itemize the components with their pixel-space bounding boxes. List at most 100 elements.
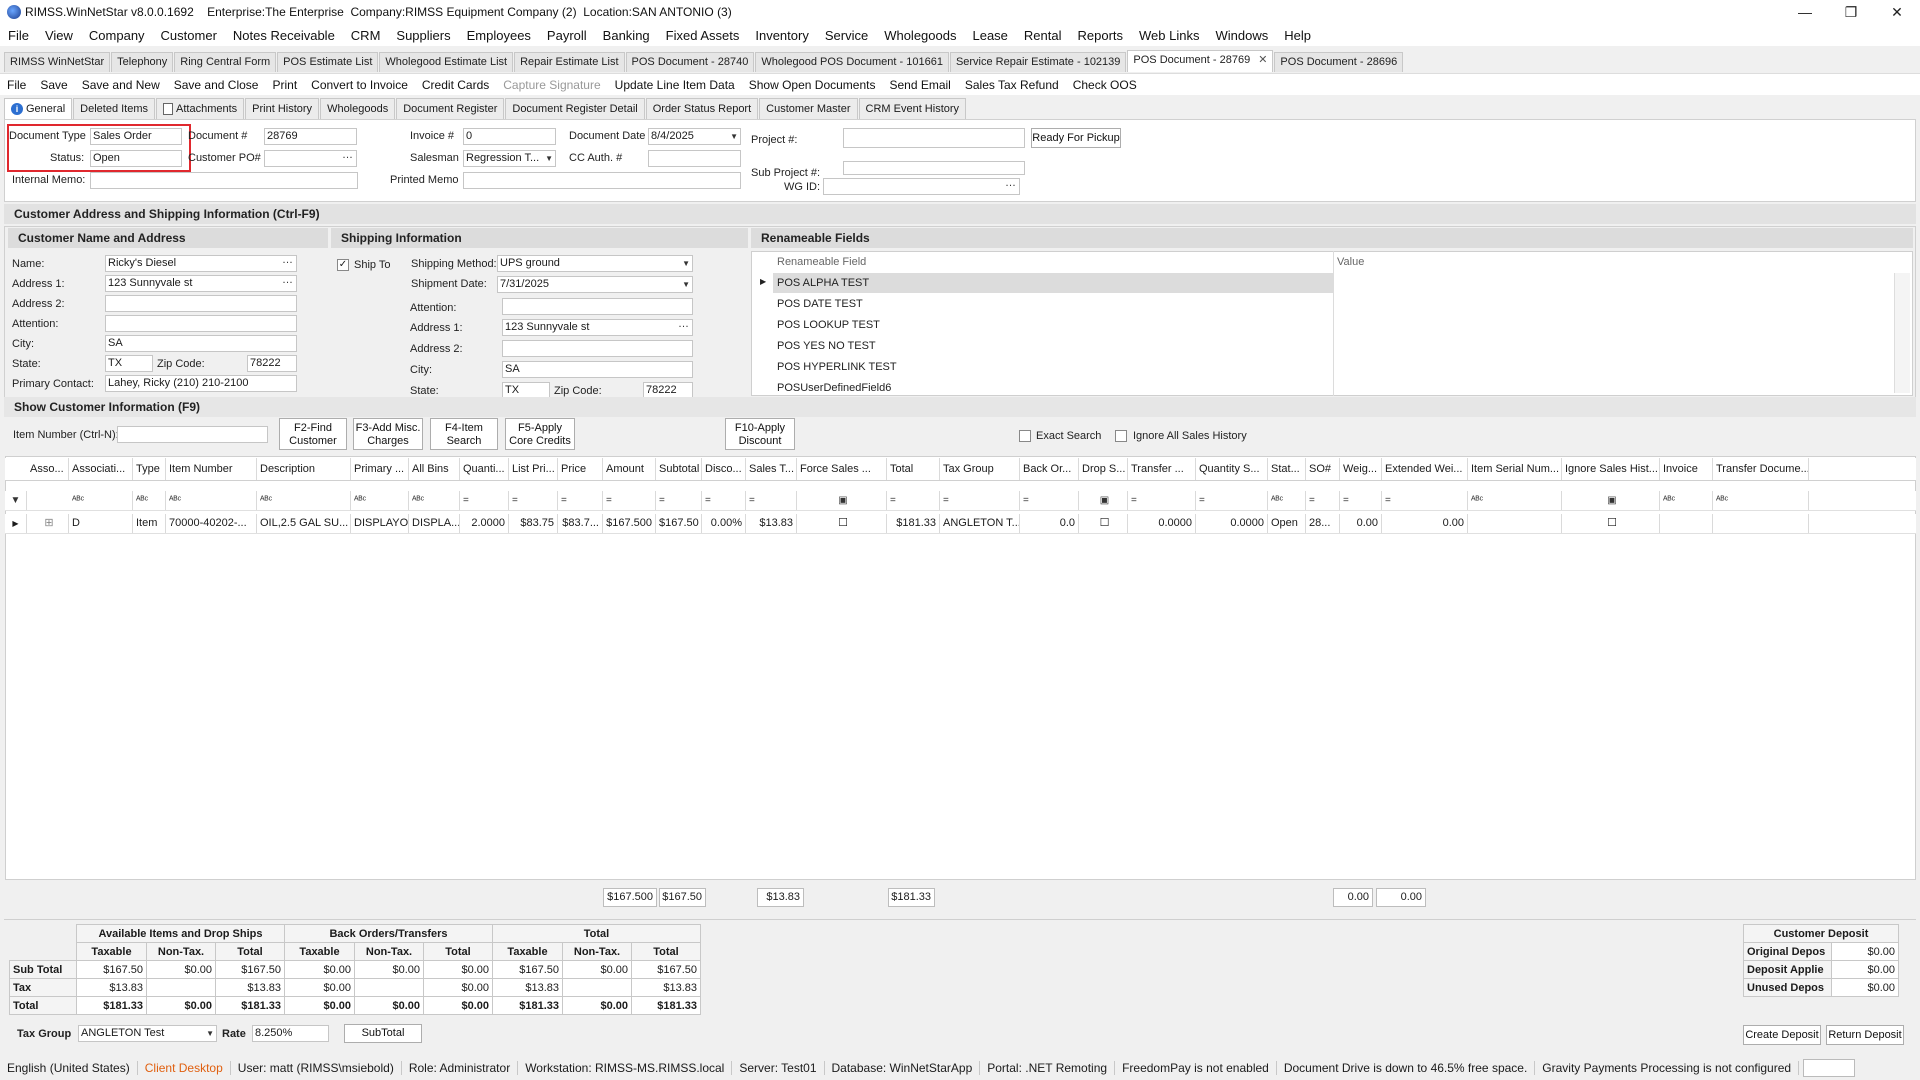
cell-weight[interactable]: 0.00: [1340, 514, 1382, 533]
filter-equals-icon[interactable]: =: [1020, 491, 1079, 510]
cell-extended-weight[interactable]: 0.00: [1382, 514, 1468, 533]
tab-telephony[interactable]: Telephony: [111, 52, 174, 72]
filter-checkbox-icon[interactable]: ▣: [1079, 491, 1128, 510]
menu-notes-receivable[interactable]: Notes Receivable: [225, 28, 343, 43]
ellipsis-icon[interactable]: …: [678, 320, 689, 332]
menu-lease[interactable]: Lease: [964, 28, 1015, 43]
tab-document-register-detail[interactable]: Document Register Detail: [505, 98, 645, 119]
filter-equals-icon[interactable]: =: [1306, 491, 1340, 510]
ellipsis-icon[interactable]: …: [282, 256, 293, 268]
menu-help[interactable]: Help: [1276, 28, 1319, 43]
column-header[interactable]: Amount: [603, 458, 656, 480]
customer-name-field[interactable]: Ricky's Diesel…: [105, 255, 297, 272]
convert-to-invoice-button[interactable]: Convert to Invoice: [304, 78, 415, 92]
tab-close-icon[interactable]: ✕: [1258, 54, 1267, 66]
ship-to-checkbox[interactable]: ✓: [337, 259, 349, 271]
address1-field[interactable]: 123 Sunnyvale st…: [105, 275, 297, 292]
tab-service-repair-estimate[interactable]: Service Repair Estimate - 102139: [949, 52, 1127, 72]
column-header[interactable]: Total: [887, 458, 940, 480]
apply-discount-button[interactable]: F10-Apply Discount: [725, 418, 795, 450]
state-field[interactable]: TX: [105, 355, 153, 372]
save-and-new-button[interactable]: Save and New: [75, 78, 167, 92]
filter-equals-icon[interactable]: =: [746, 491, 797, 510]
ship-address2-field[interactable]: [502, 340, 693, 357]
tax-group-select[interactable]: ANGLETON Test ▼: [78, 1025, 217, 1042]
document-number-field[interactable]: 28769: [264, 128, 357, 145]
address2-field[interactable]: [105, 295, 297, 312]
filter-equals-icon[interactable]: =: [1196, 491, 1268, 510]
tab-pos-document-28740[interactable]: POS Document - 28740: [625, 52, 755, 72]
cell-discount[interactable]: 0.00%: [702, 514, 746, 533]
tab-wholegoods[interactable]: Wholegoods: [320, 98, 396, 119]
rate-field[interactable]: 8.250%: [252, 1025, 329, 1042]
print-button[interactable]: Print: [265, 78, 304, 92]
item-number-input[interactable]: [117, 426, 268, 443]
renameable-row[interactable]: POSUserDefinedField6: [777, 382, 891, 394]
tab-attachments[interactable]: Attachments: [156, 98, 245, 119]
filter-equals-icon[interactable]: =: [1382, 491, 1468, 510]
tab-wholegood-pos-document[interactable]: Wholegood POS Document - 101661: [755, 52, 949, 72]
internal-memo-field[interactable]: [90, 172, 358, 189]
primary-contact-field[interactable]: Lahey, Ricky (210) 210-2100: [105, 375, 297, 392]
salesman-select[interactable]: Regression T... ▼: [463, 150, 556, 167]
show-open-documents-button[interactable]: Show Open Documents: [742, 78, 883, 92]
filter-equals-icon[interactable]: =: [460, 491, 509, 510]
menu-file[interactable]: File: [0, 28, 37, 43]
column-header[interactable]: All Bins: [409, 458, 460, 480]
ellipsis-icon[interactable]: …: [282, 276, 293, 288]
tab-pos-estimate-list[interactable]: POS Estimate List: [277, 52, 379, 72]
subtotal-button[interactable]: SubTotal: [344, 1024, 422, 1043]
customer-po-field[interactable]: …: [264, 150, 357, 167]
send-email-button[interactable]: Send Email: [882, 78, 957, 92]
attention-field[interactable]: [105, 315, 297, 332]
renameable-row[interactable]: POS DATE TEST: [777, 298, 863, 310]
filter-icon[interactable]: ▼: [5, 491, 27, 510]
renameable-row[interactable]: POS LOOKUP TEST: [777, 319, 880, 331]
cell-quantity[interactable]: 2.0000: [460, 514, 509, 533]
tab-wholegood-estimate-list[interactable]: Wholegood Estimate List: [379, 52, 514, 72]
tab-rimss-winnetstar[interactable]: RIMSS WinNetStar: [4, 52, 111, 72]
wg-id-field[interactable]: …: [823, 178, 1020, 195]
menu-banking[interactable]: Banking: [595, 28, 658, 43]
ship-city-field[interactable]: SA: [502, 361, 693, 378]
cell-total[interactable]: $181.33: [887, 514, 940, 533]
column-header[interactable]: Back Or...: [1020, 458, 1079, 480]
menu-employees[interactable]: Employees: [459, 28, 539, 43]
filter-text-icon[interactable]: ᴬᴮᶜ: [1713, 491, 1809, 510]
filter-text-icon[interactable]: ᴬᴮᶜ: [166, 491, 257, 510]
filter-equals-icon[interactable]: =: [702, 491, 746, 510]
find-customer-button[interactable]: F2-Find Customer: [279, 418, 347, 450]
column-header[interactable]: Primary ...: [351, 458, 409, 480]
tab-pos-document-28696[interactable]: POS Document - 28696: [1274, 52, 1404, 72]
ignore-sales-history-checkbox[interactable]: [1115, 430, 1127, 442]
restore-icon[interactable]: ❐: [1828, 0, 1874, 24]
cell-subtotal[interactable]: $167.50: [656, 514, 702, 533]
cell-transfer[interactable]: 0.0000: [1128, 514, 1196, 533]
column-header[interactable]: Transfer ...: [1128, 458, 1196, 480]
ellipsis-icon[interactable]: …: [1005, 179, 1016, 191]
renameable-scrollbar[interactable]: [1894, 273, 1910, 393]
menu-fixed-assets[interactable]: Fixed Assets: [658, 28, 748, 43]
filter-text-icon[interactable]: ᴬᴮᶜ: [69, 491, 133, 510]
ellipsis-icon[interactable]: …: [342, 151, 353, 163]
tab-document-register[interactable]: Document Register: [396, 98, 505, 119]
column-header[interactable]: Price: [558, 458, 603, 480]
city-field[interactable]: SA: [105, 335, 297, 352]
invoice-field[interactable]: 0: [463, 128, 556, 145]
filter-equals-icon[interactable]: =: [656, 491, 702, 510]
renameable-row[interactable]: POS ALPHA TEST: [777, 277, 869, 289]
menu-company[interactable]: Company: [81, 28, 153, 43]
sub-project-field[interactable]: [843, 161, 1025, 175]
create-deposit-button[interactable]: Create Deposit: [1743, 1025, 1821, 1045]
menu-web-links[interactable]: Web Links: [1131, 28, 1207, 43]
menu-rental[interactable]: Rental: [1016, 28, 1070, 43]
filter-equals-icon[interactable]: =: [509, 491, 558, 510]
force-sales-checkbox[interactable]: ☐: [797, 514, 887, 533]
column-header[interactable]: Ignore Sales Hist...: [1562, 458, 1660, 480]
column-header[interactable]: Quantity S...: [1196, 458, 1268, 480]
cell-quantity-shipped[interactable]: 0.0000: [1196, 514, 1268, 533]
filter-equals-icon[interactable]: =: [603, 491, 656, 510]
printed-memo-field[interactable]: [463, 172, 741, 189]
renameable-row[interactable]: POS YES NO TEST: [777, 340, 876, 352]
menu-wholegoods[interactable]: Wholegoods: [876, 28, 964, 43]
